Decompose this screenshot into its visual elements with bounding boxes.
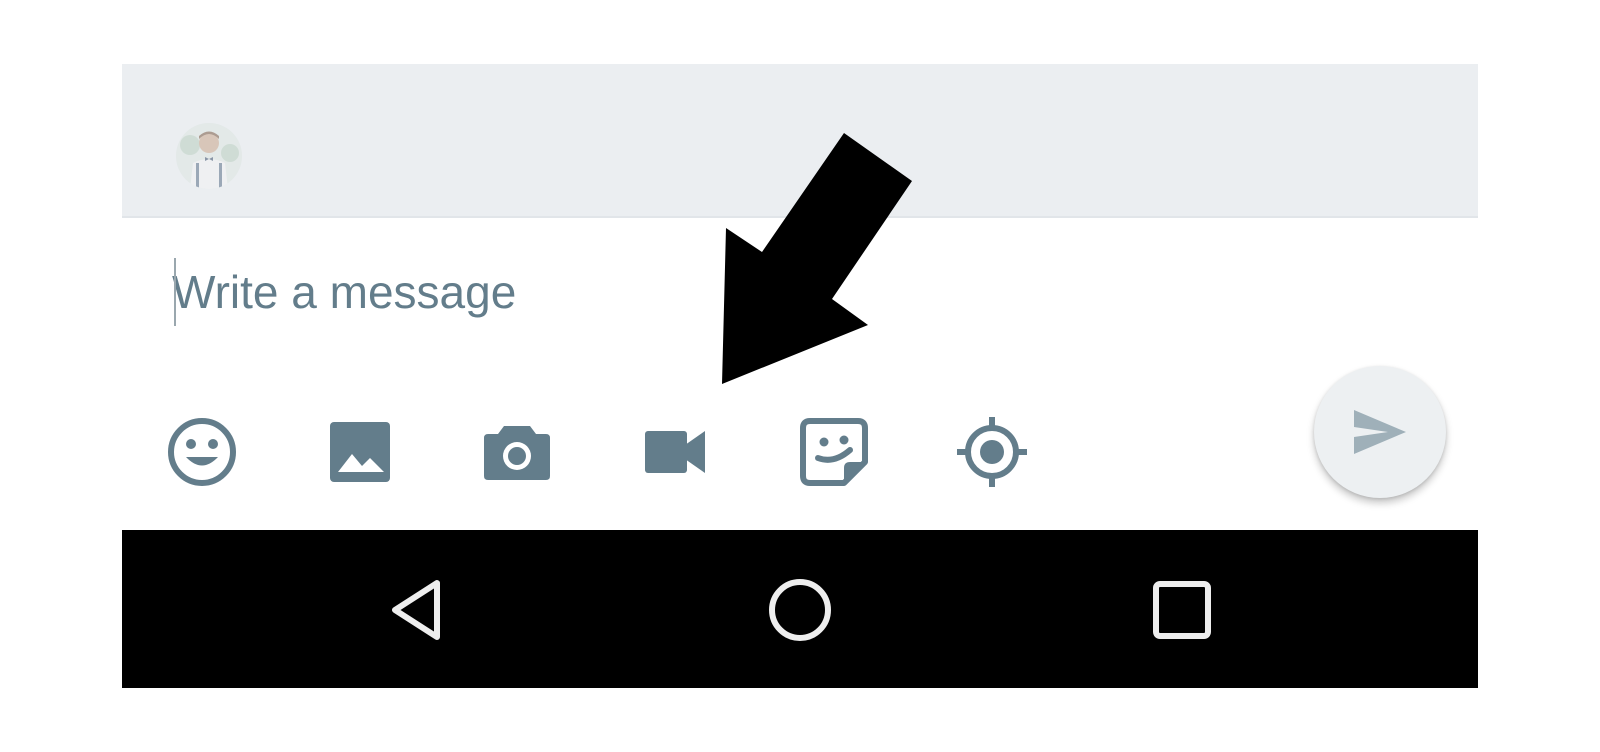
sticker-button[interactable]	[794, 412, 874, 492]
location-button[interactable]	[952, 412, 1032, 492]
compose-area	[122, 218, 1478, 530]
camera-button[interactable]	[477, 412, 557, 492]
home-circle-icon	[769, 579, 831, 641]
send-button[interactable]	[1314, 366, 1446, 498]
text-caret	[174, 258, 176, 326]
video-camera-icon	[645, 431, 705, 473]
screenshot-stage	[0, 0, 1600, 752]
conversation-header	[122, 64, 1478, 218]
system-navigation-bar	[122, 530, 1478, 688]
location-icon	[957, 417, 1027, 487]
recents-square-icon	[1153, 581, 1211, 639]
video-button[interactable]	[635, 412, 715, 492]
emoji-icon	[168, 418, 236, 486]
back-triangle-icon	[392, 580, 440, 640]
back-button[interactable]	[367, 560, 467, 660]
emoji-button[interactable]	[162, 412, 242, 492]
message-input[interactable]	[172, 254, 1072, 330]
recents-button[interactable]	[1132, 560, 1232, 660]
avatar-photo-icon	[176, 123, 242, 189]
sticker-icon	[800, 418, 868, 486]
home-button[interactable]	[750, 560, 850, 660]
send-icon	[1354, 410, 1406, 454]
image-icon	[330, 422, 390, 482]
camera-icon	[484, 426, 550, 480]
avatar[interactable]	[176, 123, 242, 189]
gallery-button[interactable]	[320, 412, 400, 492]
